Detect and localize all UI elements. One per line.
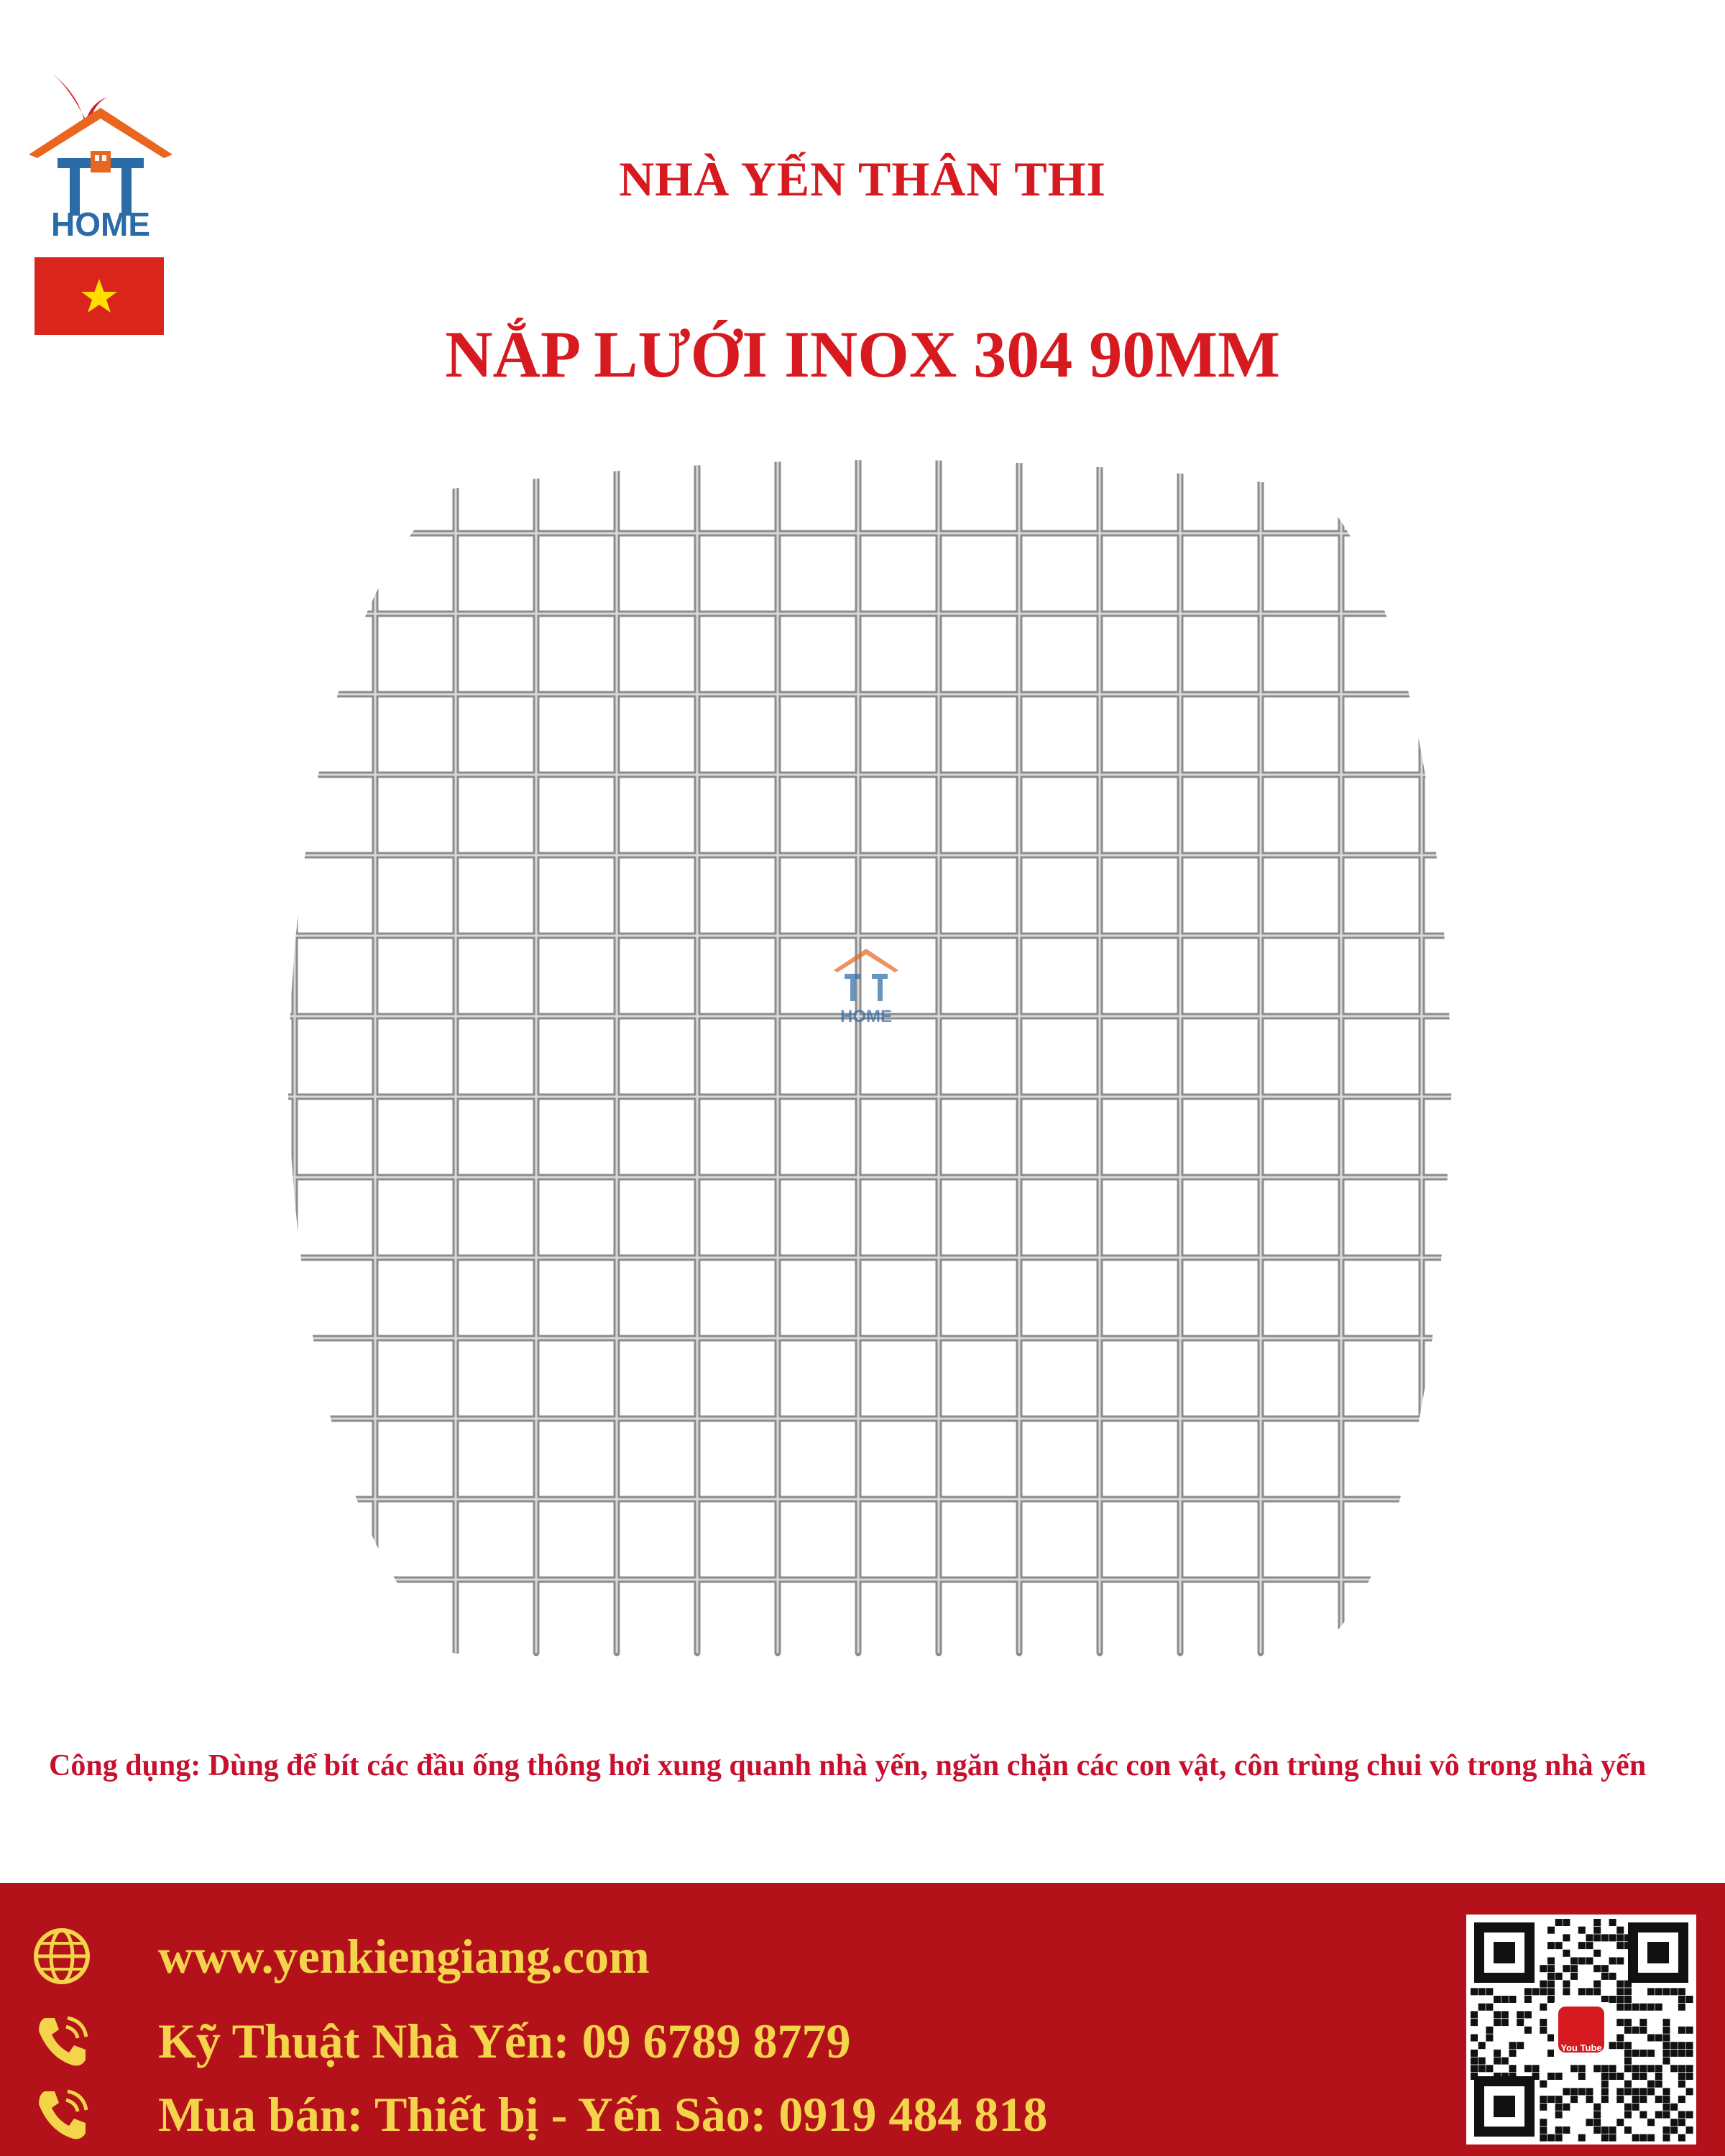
technical-row: Kỹ Thuật Nhà Yến: 09 6789 8779 (32, 2005, 850, 2077)
sales-phone[interactable]: Mua bán: Thiết bị - Yến Sào: 0919 484 81… (158, 2086, 1047, 2143)
technical-phone[interactable]: Kỹ Thuật Nhà Yến: 09 6789 8779 (158, 2013, 850, 2070)
contact-footer: www.yenkiengiang.com Kỹ Thuật Nhà Yến: 0… (0, 1883, 1725, 2156)
phone-icon (39, 2016, 88, 2066)
sales-row: Mua bán: Thiết bị - Yến Sào: 0919 484 81… (32, 2078, 1047, 2150)
watermark-logo-icon: HOME (834, 949, 898, 1026)
phone-icon (39, 2089, 88, 2139)
qr-code-icon[interactable]: You Tube (1466, 1915, 1696, 2145)
website-link[interactable]: www.yenkiengiang.com (158, 1928, 650, 1985)
watermark-text: HOME (840, 1007, 892, 1026)
stainless-mesh-cover-image: HOME (288, 460, 1452, 1657)
globe-icon (34, 1928, 90, 1984)
product-title: NẮP LƯỚI INOX 304 90MM (445, 318, 1280, 391)
brand-title: NHÀ YẾN THÂN THI (619, 152, 1106, 206)
website-row: www.yenkiengiang.com (32, 1920, 650, 1992)
youtube-badge-text: You Tube (1560, 2042, 1601, 2053)
usage-description: Công dụng: Dùng để bít các đầu ống thông… (49, 1749, 1647, 1782)
logo-text: HOME (51, 206, 150, 243)
